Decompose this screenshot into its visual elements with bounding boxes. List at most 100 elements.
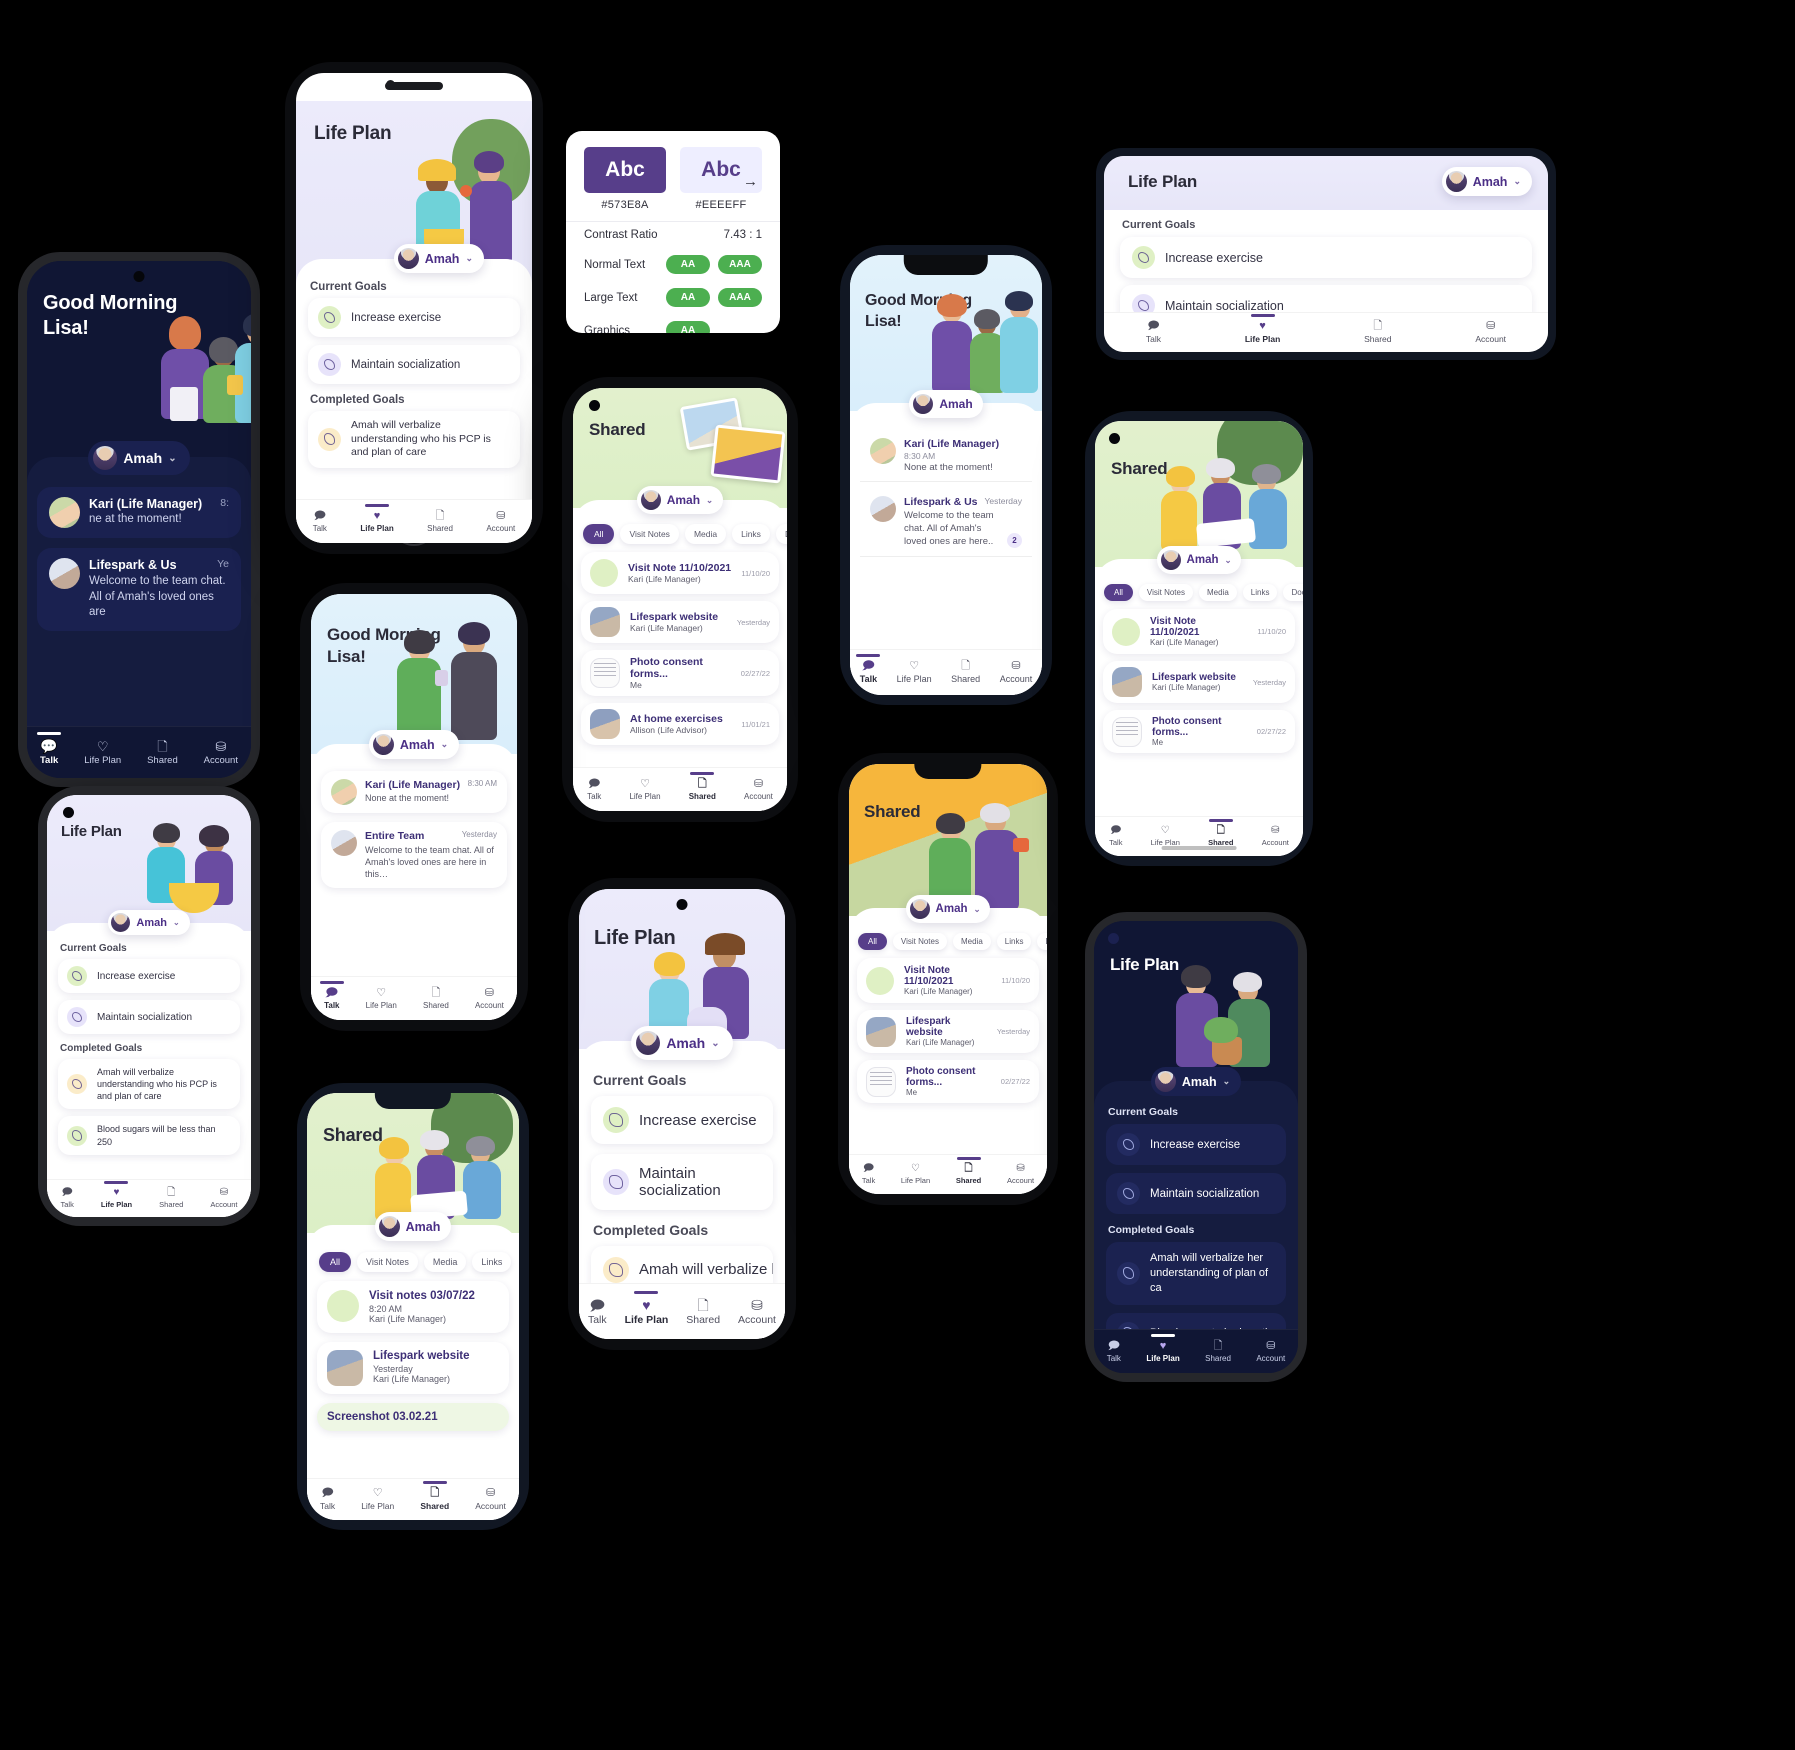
nav-item-talk[interactable]: 🗩 Talk [862,1164,875,1186]
nav-item-shared[interactable]: 🗋 Shared [1364,321,1391,345]
list-item[interactable]: Visit Note 11/10/2021 Kari (Life Manager… [1103,609,1295,654]
nav-item-life-plan[interactable]: ♥ Life Plan [101,1188,132,1210]
filter-pill-documents[interactable]: Documents [1037,933,1047,950]
goal-item[interactable]: Maintain socialization [308,345,520,384]
nav-item-account[interactable]: ⛁ Account [738,1298,776,1326]
filter-pill-links[interactable]: Links [732,524,770,544]
nav-item-shared[interactable]: 🗋 Shared [951,661,980,685]
nav-item-shared[interactable]: 🗋 Shared [427,510,453,533]
filter-pill-media[interactable]: Media [1198,584,1237,601]
nav-item-shared[interactable]: 🗋 Shared [1208,826,1233,848]
chat-row[interactable]: Lifespark & Us Yesterday Welcome to the … [860,488,1032,558]
arrow-right-icon[interactable]: → [743,173,758,190]
nav-item-talk[interactable]: 🗩 Talk [860,661,877,685]
nav-item-life-plan[interactable]: ♥ Life Plan [625,1298,669,1326]
nav-item-life-plan[interactable]: ♡ Life Plan [897,661,932,685]
nav-item-life-plan[interactable]: ♡ Life Plan [1151,826,1180,848]
filter-pill-media[interactable]: Media [952,933,991,950]
filter-pill-all[interactable]: All [1104,584,1133,601]
goal-item[interactable]: Amah will verbalize understanding who hi… [308,411,520,468]
chat-row[interactable]: Entire Team Yesterday Welcome to the tea… [321,822,507,889]
filter-pill-links[interactable]: Links [996,933,1032,950]
goal-item[interactable]: Increase exercise [308,298,520,337]
list-item[interactable]: Visit notes 03/07/22 8:20 AM Kari (Life … [317,1281,509,1333]
filter-pill-visit-notes[interactable]: Visit Notes [1138,584,1193,601]
nav-item-shared[interactable]: 🗋 Shared [689,778,716,801]
foreground-swatch[interactable]: Abc #573E8A [584,147,666,211]
filter-pill-all[interactable]: All [858,933,887,950]
goal-item[interactable]: Increase exercise [1120,237,1532,278]
filter-pill-all[interactable]: All [319,1252,352,1272]
nav-item-shared[interactable]: 🗋 Shared [1205,1340,1231,1363]
goal-item[interactable]: Blood sugars will be less than 250 [58,1116,240,1155]
goal-item[interactable]: Increase exercise [591,1096,773,1144]
nav-item-life-plan[interactable]: ♡ Life Plan [366,987,397,1010]
filter-pill-documents[interactable]: Documents [775,524,787,544]
goal-item[interactable]: Amah will verbalize her understanding of… [1106,1242,1286,1305]
nav-item-account[interactable]: ⛁ Account [210,1188,237,1210]
user-chip[interactable]: Amah ⌄ [1441,167,1532,196]
nav-item-shared[interactable]: 🗋 Shared [420,1488,449,1512]
nav-item-talk[interactable]: 🗩 Talk [587,778,601,801]
nav-item-account[interactable]: ⛁ Account [1000,661,1033,685]
nav-item-shared[interactable]: 🗋 Shared [956,1164,981,1186]
filter-pill-links[interactable]: Links [472,1252,512,1272]
list-item[interactable]: Lifespark website Yesterday Kari (Life M… [317,1342,509,1394]
nav-item-shared[interactable]: 🗋 Shared [147,740,178,766]
nav-item-shared[interactable]: 🗋 Shared [159,1188,183,1210]
nav-item-life-plan[interactable]: ♥ Life Plan [1146,1340,1179,1363]
user-chip[interactable]: Amah ⌄ [631,1026,733,1060]
nav-item-account[interactable]: ⛁ Account [1262,826,1289,848]
nav-item-life-plan[interactable]: ♡ Life Plan [84,740,121,766]
goal-item[interactable]: Increase exercise [1106,1124,1286,1165]
filter-pill-media[interactable]: Media [423,1252,467,1272]
filter-pill-visit-notes[interactable]: Visit Notes [620,524,679,544]
nav-item-shared[interactable]: 🗋 Shared [423,987,449,1010]
nav-item-account[interactable]: ⛁ Account [204,740,238,766]
goal-item[interactable]: Maintain socialization [58,1000,240,1034]
chat-row[interactable]: Lifespark & Us Ye Welcome to the team ch… [37,548,241,631]
nav-item-talk[interactable]: 🗩 Talk [320,1488,335,1512]
nav-item-account[interactable]: ⛁ Account [1007,1164,1034,1186]
nav-item-life-plan[interactable]: ♡ Life Plan [901,1164,930,1186]
nav-item-talk[interactable]: 🗩 Talk [1146,321,1161,345]
filter-pill-media[interactable]: Media [684,524,727,544]
filter-pill-visit-notes[interactable]: Visit Notes [892,933,947,950]
nav-item-account[interactable]: ⛁ Account [744,778,773,801]
filter-pill-all[interactable]: All [583,524,615,544]
chat-row[interactable]: Kari (Life Manager) 8:30 AM None at the … [860,430,1032,482]
user-chip[interactable]: Amah ⌄ [368,730,460,759]
user-chip[interactable]: Amah ⌄ [1156,546,1242,574]
goal-item[interactable]: Increase exercise [58,959,240,993]
list-item[interactable]: Visit Note 11/10/2021 Kari (Life Manager… [581,552,779,594]
list-item[interactable]: Visit Note 11/10/2021 Kari (Life Manager… [857,958,1039,1003]
list-item[interactable]: Photo consent forms... Me 02/27/22 [857,1060,1039,1103]
nav-item-talk[interactable]: 🗩 Talk [313,510,327,533]
nav-item-talk[interactable]: 💬 Talk [40,739,58,766]
nav-item-shared[interactable]: 🗋 Shared [686,1298,720,1326]
nav-item-talk[interactable]: 🗩 Talk [324,987,339,1010]
user-chip[interactable]: Amah ⌄ [393,244,484,273]
nav-item-life-plan[interactable]: ♡ Life Plan [361,1488,394,1512]
user-chip[interactable]: Amah ⌄ [1150,1067,1242,1096]
nav-item-talk[interactable]: 🗩 Talk [1109,826,1122,848]
user-chip[interactable]: Amah ⌄ [108,910,190,935]
user-chip[interactable]: Amah ⌄ [88,441,190,475]
list-item[interactable]: Photo consent forms... Me 02/27/22 [581,650,779,696]
list-item[interactable]: Lifespark website Kari (Life Manager) Ye… [581,601,779,643]
chat-row[interactable]: Kari (Life Manager) 8: ne at the moment! [37,487,241,538]
nav-item-account[interactable]: ⛁ Account [1475,321,1506,345]
list-item[interactable]: Lifespark website Kari (Life Manager) Ye… [857,1010,1039,1053]
goal-item[interactable]: Amah will verbalize understanding who hi… [58,1059,240,1110]
nav-item-account[interactable]: ⛁ Account [486,510,515,533]
background-swatch[interactable]: Abc → #EEEEFF [680,147,762,211]
filter-pill-documents[interactable]: Documents [1283,584,1303,601]
nav-item-talk[interactable]: 🗩 Talk [588,1298,607,1326]
filter-pill-visit-notes[interactable]: Visit Notes [357,1252,418,1272]
nav-item-account[interactable]: ⛁ Account [475,1488,506,1512]
nav-item-talk[interactable]: 🗩 Talk [1107,1340,1121,1363]
goal-item[interactable]: Maintain socialization [591,1154,773,1210]
nav-item-talk[interactable]: 🗩 Talk [61,1188,74,1210]
list-item[interactable]: Lifespark website Kari (Life Manager) Ye… [1103,661,1295,703]
nav-item-life-plan[interactable]: ♥ Life Plan [1245,321,1280,345]
